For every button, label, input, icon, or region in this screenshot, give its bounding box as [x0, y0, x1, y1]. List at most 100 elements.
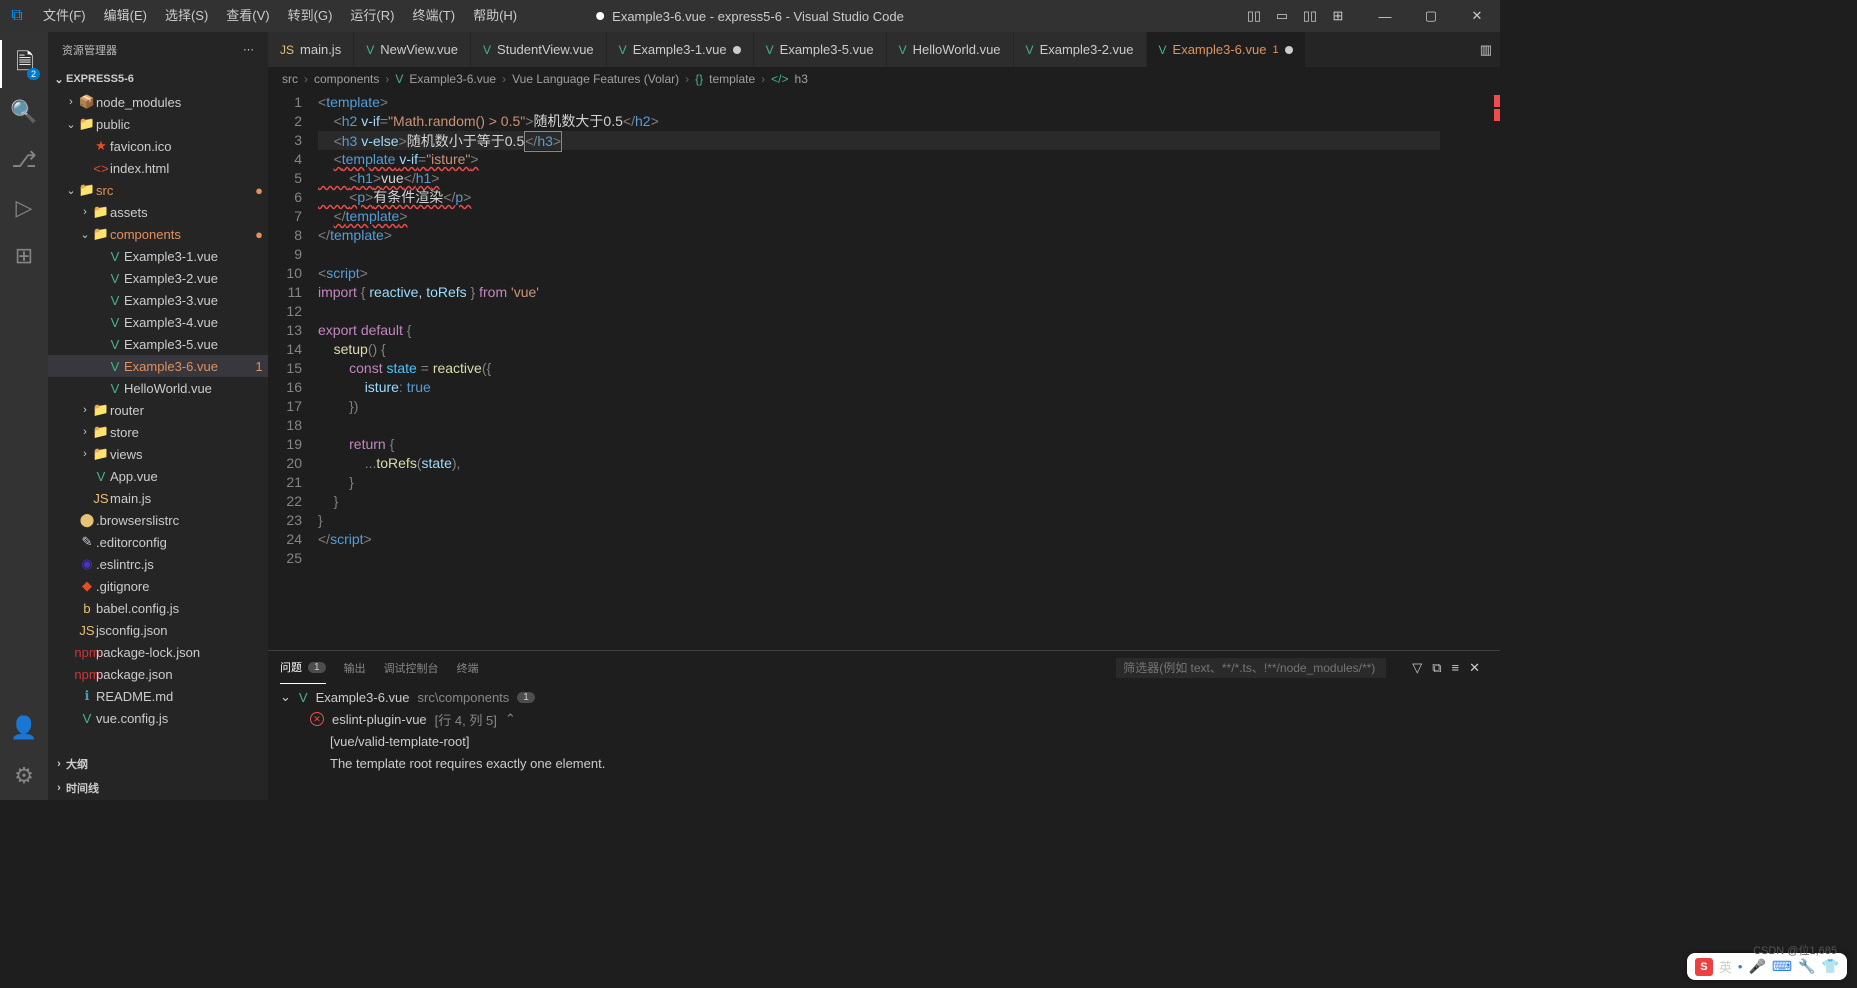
breadcrumb-item[interactable]: template: [709, 72, 755, 86]
breadcrumb-item[interactable]: components: [314, 72, 379, 86]
breadcrumb-item[interactable]: h3: [795, 72, 808, 86]
mic-icon[interactable]: 🎤: [1748, 958, 1765, 975]
tree-row[interactable]: Vvue.config.js: [48, 707, 268, 729]
panel-tab-terminal[interactable]: 终端: [457, 651, 479, 684]
filter-icon[interactable]: ▽: [1412, 660, 1422, 676]
tree-row[interactable]: ◉.eslintrc.js: [48, 553, 268, 575]
activity-run-debug[interactable]: ▷: [0, 184, 48, 232]
tree-row[interactable]: VExample3-1.vue: [48, 245, 268, 267]
tree-row[interactable]: ⬤.browserslistrc: [48, 509, 268, 531]
window-close-button[interactable]: ✕: [1454, 0, 1500, 32]
layout-secondary-icon[interactable]: ▯▯: [1296, 4, 1324, 28]
menu-item[interactable]: 运行(R): [341, 0, 403, 32]
sidebar-more-icon[interactable]: ⋯: [243, 43, 254, 56]
editor-tab[interactable]: VExample3-6.vue1: [1147, 32, 1306, 67]
layout-primary-icon[interactable]: ▯▯: [1240, 4, 1268, 28]
activity-explorer[interactable]: 🗎2: [0, 40, 48, 88]
menu-item[interactable]: 选择(S): [156, 0, 217, 32]
problems-count-badge: 1: [308, 662, 326, 673]
problem-row[interactable]: ✕ eslint-plugin-vue [行 4, 列 5] ⌃: [280, 708, 1488, 730]
tree-row[interactable]: npmpackage.json: [48, 663, 268, 685]
modified-dot-icon: [596, 12, 604, 20]
file-icon: V: [106, 249, 124, 264]
tree-row[interactable]: ›📁views: [48, 443, 268, 465]
collapse-all-icon[interactable]: ⧉: [1432, 660, 1441, 676]
layout-customize-icon[interactable]: ⊞: [1324, 4, 1352, 28]
editor-tab[interactable]: VStudentView.vue: [471, 32, 607, 67]
tree-row[interactable]: VHelloWorld.vue: [48, 377, 268, 399]
tree-row[interactable]: VExample3-2.vue: [48, 267, 268, 289]
activity-extensions[interactable]: ⊞: [0, 232, 48, 280]
tree-row[interactable]: VExample3-6.vue1: [48, 355, 268, 377]
window-maximize-button[interactable]: ▢: [1408, 0, 1454, 32]
tree-row[interactable]: ›📁assets: [48, 201, 268, 223]
panel-tab-debug-console[interactable]: 调试控制台: [384, 651, 439, 684]
tree-row[interactable]: ⌄📁components●: [48, 223, 268, 245]
menu-item[interactable]: 终端(T): [403, 0, 464, 32]
activity-source-control[interactable]: ⎇: [0, 136, 48, 184]
menu-item[interactable]: 转到(G): [279, 0, 342, 32]
problem-rule: [vue/valid-template-root]: [280, 730, 1488, 752]
editor-tab[interactable]: VExample3-2.vue: [1014, 32, 1147, 67]
layout-panel-icon[interactable]: ▭: [1268, 4, 1296, 28]
panel-close-icon[interactable]: ✕: [1469, 660, 1480, 676]
tree-row[interactable]: ⌄📁public: [48, 113, 268, 135]
tree-row[interactable]: JSjsconfig.json: [48, 619, 268, 641]
tree-row[interactable]: ›📦node_modules: [48, 91, 268, 113]
code-editor[interactable]: <template> <h2 v-if="Math.random() > 0.5…: [318, 91, 1440, 650]
breadcrumb-item[interactable]: src: [282, 72, 298, 86]
breadcrumb[interactable]: src›components›VExample3-6.vue›Vue Langu…: [268, 67, 1500, 91]
tree-row[interactable]: npmpackage-lock.json: [48, 641, 268, 663]
activity-search[interactable]: 🔍: [0, 88, 48, 136]
problem-file-row[interactable]: ⌄ V Example3-6.vue src\components 1: [280, 686, 1488, 708]
breadcrumb-item[interactable]: Example3-6.vue: [409, 72, 496, 86]
problems-filter-input[interactable]: [1116, 658, 1386, 678]
tree-row[interactable]: VExample3-4.vue: [48, 311, 268, 333]
sidebar-section-outline[interactable]: › 大纲: [48, 752, 268, 776]
sidebar-section-timeline[interactable]: › 时间线: [48, 776, 268, 800]
tree-row[interactable]: <>index.html: [48, 157, 268, 179]
tree-row[interactable]: ✎.editorconfig: [48, 531, 268, 553]
problems-list: ⌄ V Example3-6.vue src\components 1 ✕ es…: [268, 684, 1500, 800]
menu-item[interactable]: 文件(F): [34, 0, 95, 32]
skin-icon[interactable]: 👕: [1822, 958, 1839, 975]
chevron-icon: ›: [78, 404, 92, 416]
tree-label: src: [96, 183, 250, 198]
sidebar-section-project[interactable]: ⌄ EXPRESS5-6: [48, 67, 268, 91]
tree-label: .gitignore: [96, 579, 250, 594]
menu-item[interactable]: 帮助(H): [464, 0, 526, 32]
breadcrumb-separator: ›: [385, 72, 389, 86]
activity-accounts[interactable]: 👤: [0, 704, 48, 752]
window-minimize-button[interactable]: —: [1362, 0, 1408, 32]
tree-row[interactable]: bbabel.config.js: [48, 597, 268, 619]
tree-row[interactable]: ★favicon.ico: [48, 135, 268, 157]
view-as-list-icon[interactable]: ≡: [1452, 660, 1460, 676]
tree-row[interactable]: VApp.vue: [48, 465, 268, 487]
tree-row[interactable]: VExample3-3.vue: [48, 289, 268, 311]
activity-settings[interactable]: ⚙: [0, 752, 48, 800]
tree-row[interactable]: VExample3-5.vue: [48, 333, 268, 355]
editor-tab[interactable]: VExample3-5.vue: [754, 32, 887, 67]
tree-row[interactable]: ◆.gitignore: [48, 575, 268, 597]
tree-row[interactable]: ›📁store: [48, 421, 268, 443]
file-icon: ◆: [78, 578, 96, 594]
editor-tab[interactable]: VHelloWorld.vue: [887, 32, 1014, 67]
split-editor-icon[interactable]: ▥: [1480, 42, 1492, 58]
keyboard-icon[interactable]: ⌨: [1772, 958, 1792, 975]
panel-tab-problems[interactable]: 问题 1: [280, 651, 326, 684]
menu-item[interactable]: 查看(V): [217, 0, 278, 32]
tree-row[interactable]: JSmain.js: [48, 487, 268, 509]
editor-tab[interactable]: VNewView.vue: [354, 32, 471, 67]
panel-tab-output[interactable]: 输出: [344, 651, 366, 684]
tree-row[interactable]: ℹREADME.md: [48, 685, 268, 707]
editor-tab[interactable]: VExample3-1.vue: [607, 32, 754, 67]
menu-item[interactable]: 编辑(E): [95, 0, 156, 32]
tool-icon[interactable]: 🔧: [1798, 958, 1815, 975]
file-problem-count: 1: [517, 692, 535, 703]
breadcrumb-item[interactable]: Vue Language Features (Volar): [512, 72, 679, 86]
tree-row[interactable]: ⌄📁src●: [48, 179, 268, 201]
minimap[interactable]: [1440, 91, 1500, 650]
tree-row[interactable]: ›📁router: [48, 399, 268, 421]
tab-file-icon: V: [1026, 43, 1034, 57]
editor-tab[interactable]: JSmain.js: [268, 32, 354, 67]
